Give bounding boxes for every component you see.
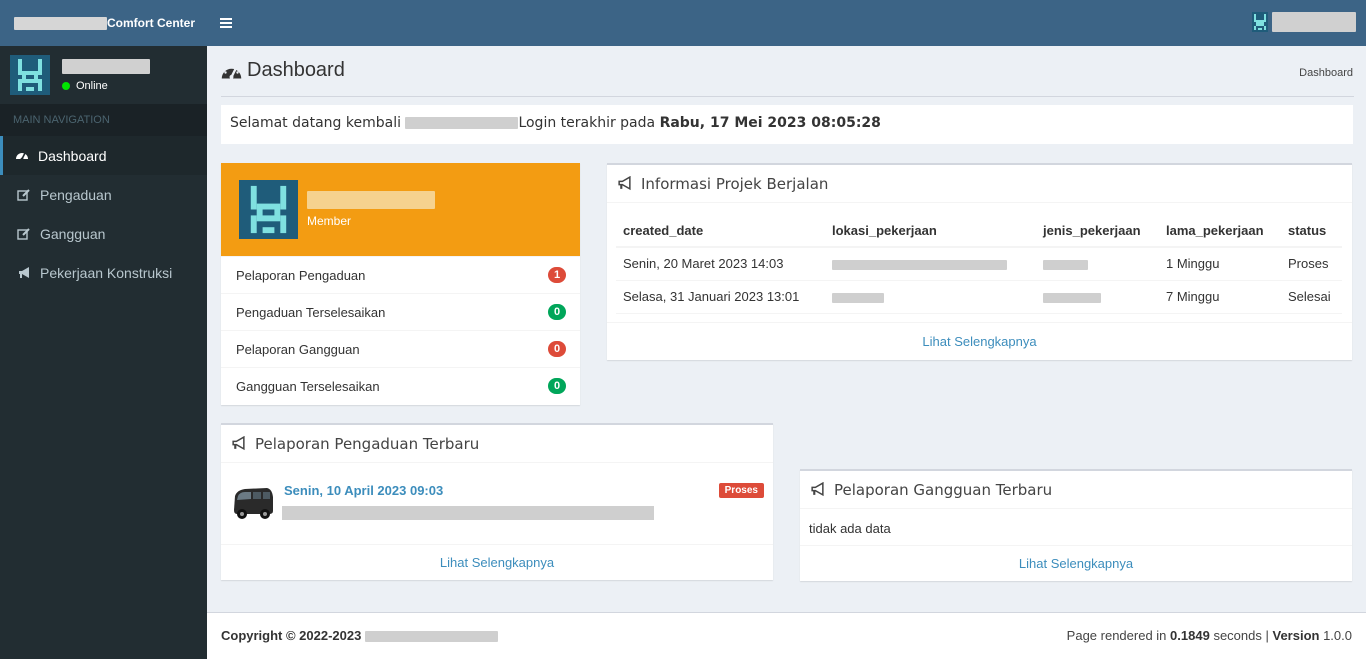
projek-table: created_date lokasi_pekerjaan jenis_peke… [616, 215, 1342, 314]
stat-pelaporan-gangguan[interactable]: Pelaporan Gangguan 0 [221, 330, 580, 367]
sidebar: Online MAIN NAVIGATION Dashboard Pengadu… [0, 46, 207, 659]
footer: Copyright © 2022-2023 Page rendered in 0… [207, 612, 1366, 659]
dashboard-icon [221, 65, 242, 79]
edit-icon [17, 188, 30, 201]
item-date-link[interactable]: Senin, 10 April 2023 09:03 [284, 483, 443, 498]
empty-state-text: tidak ada data [809, 521, 891, 536]
sidebar-item-gangguan[interactable]: Gangguan [0, 214, 207, 253]
online-status: Online [62, 80, 150, 92]
sidebar-toggle-button[interactable] [207, 0, 245, 46]
hamburger-icon [220, 18, 232, 20]
avatar [10, 55, 50, 95]
brand-logo[interactable]: Comfort Center [0, 0, 207, 46]
member-name-redacted [307, 191, 435, 209]
member-role: Member [307, 214, 352, 228]
gangguan-terbaru-box: Pelaporan Gangguan Terbaru tidak ada dat… [800, 469, 1352, 581]
online-dot-icon [62, 81, 70, 90]
brand-suffix: Comfort Center [107, 16, 196, 30]
user-panel: Online [0, 46, 207, 104]
pengaduan-terbaru-box: Pelaporan Pengaduan Terbaru Senin, 10 Ap… [221, 423, 773, 580]
user-avatar-icon [1252, 12, 1268, 32]
render-info: Page rendered in 0.1849 seconds | Versio… [1066, 628, 1352, 643]
bullhorn-icon [19, 266, 29, 278]
username-redacted [1272, 12, 1356, 32]
nav-header: MAIN NAVIGATION [0, 104, 207, 136]
main-header: Comfort Center [0, 0, 1366, 46]
copyright-text: Copyright © 2022-2023 [221, 628, 362, 643]
sidebar-item-pengaduan[interactable]: Pengaduan [0, 175, 207, 214]
brand-name-redacted [14, 16, 107, 30]
stat-pengaduan-terselesaikan[interactable]: Pengaduan Terselesaikan 0 [221, 293, 580, 330]
table-row: Selasa, 31 Januari 2023 13:01 7 Minggu S… [616, 280, 1342, 314]
member-widget: Member Pelaporan Pengaduan 1 Pengaduan T… [221, 163, 580, 405]
table-row: Senin, 20 Maret 2023 14:03 1 Minggu Pros… [616, 247, 1342, 281]
stat-gangguan-terselesaikan[interactable]: Gangguan Terselesaikan 0 [221, 367, 580, 404]
stat-pelaporan-pengaduan[interactable]: Pelaporan Pengaduan 1 [221, 256, 580, 293]
count-badge: 0 [548, 304, 566, 320]
lokasi-redacted [832, 259, 1007, 270]
item-description-redacted [282, 506, 654, 520]
count-badge: 1 [548, 267, 566, 283]
lokasi-redacted [832, 292, 884, 303]
box-header: Pelaporan Pengaduan Terbaru [221, 425, 773, 463]
page-title: Dashboard [221, 59, 345, 82]
lihat-selengkapnya-link[interactable]: Lihat Selengkapnya [800, 545, 1352, 581]
member-widget-header: Member [221, 163, 580, 256]
bullhorn-icon [618, 176, 631, 191]
dashboard-icon [16, 152, 28, 160]
content-wrapper: Dashboard Dashboard Selamat datang kemba… [207, 46, 1366, 612]
bullhorn-icon [811, 482, 824, 497]
column-header: status [1281, 215, 1342, 248]
user-name-redacted [405, 117, 519, 129]
edit-icon [17, 227, 30, 240]
breadcrumb[interactable]: Dashboard [1299, 67, 1353, 79]
box-header: Pelaporan Gangguan Terbaru [800, 471, 1352, 509]
sidebar-item-dashboard[interactable]: Dashboard [0, 136, 207, 175]
jenis-redacted [1043, 292, 1101, 303]
status-badge: Proses [718, 483, 764, 498]
company-name-redacted [364, 631, 498, 643]
column-header: jenis_pekerjaan [1036, 215, 1159, 248]
status-text: Selesai [1281, 280, 1342, 314]
count-badge: 0 [548, 378, 566, 394]
column-header: created_date [616, 215, 825, 248]
user-name-redacted [62, 58, 150, 74]
jenis-redacted [1043, 259, 1088, 270]
avatar [239, 180, 298, 239]
list-item[interactable]: Senin, 10 April 2023 09:03 Proses [231, 481, 764, 531]
lihat-selengkapnya-link[interactable]: Lihat Selengkapnya [607, 322, 1352, 360]
column-header: lokasi_pekerjaan [825, 215, 1036, 248]
status-text: Proses [1281, 247, 1342, 281]
bullhorn-icon [232, 436, 245, 451]
version-number: 1.0.0 [1323, 628, 1352, 643]
projek-box: Informasi Projek Berjalan created_date l… [607, 163, 1352, 360]
column-header: lama_pekerjaan [1159, 215, 1281, 248]
lihat-selengkapnya-link[interactable]: Lihat Selengkapnya [221, 544, 773, 580]
count-badge: 0 [548, 341, 566, 357]
divider [221, 96, 1354, 97]
box-header: Informasi Projek Berjalan [607, 165, 1352, 203]
car-thumbnail [234, 488, 273, 519]
welcome-callout: Selamat datang kembali Login terakhir pa… [221, 105, 1353, 144]
last-login-time: Rabu, 17 Mei 2023 08:05:28 [659, 115, 881, 131]
user-menu[interactable] [1252, 12, 1356, 32]
sidebar-item-pekerjaan-konstruksi[interactable]: Pekerjaan Konstruksi [0, 253, 207, 292]
table-header-row: created_date lokasi_pekerjaan jenis_peke… [616, 215, 1342, 248]
